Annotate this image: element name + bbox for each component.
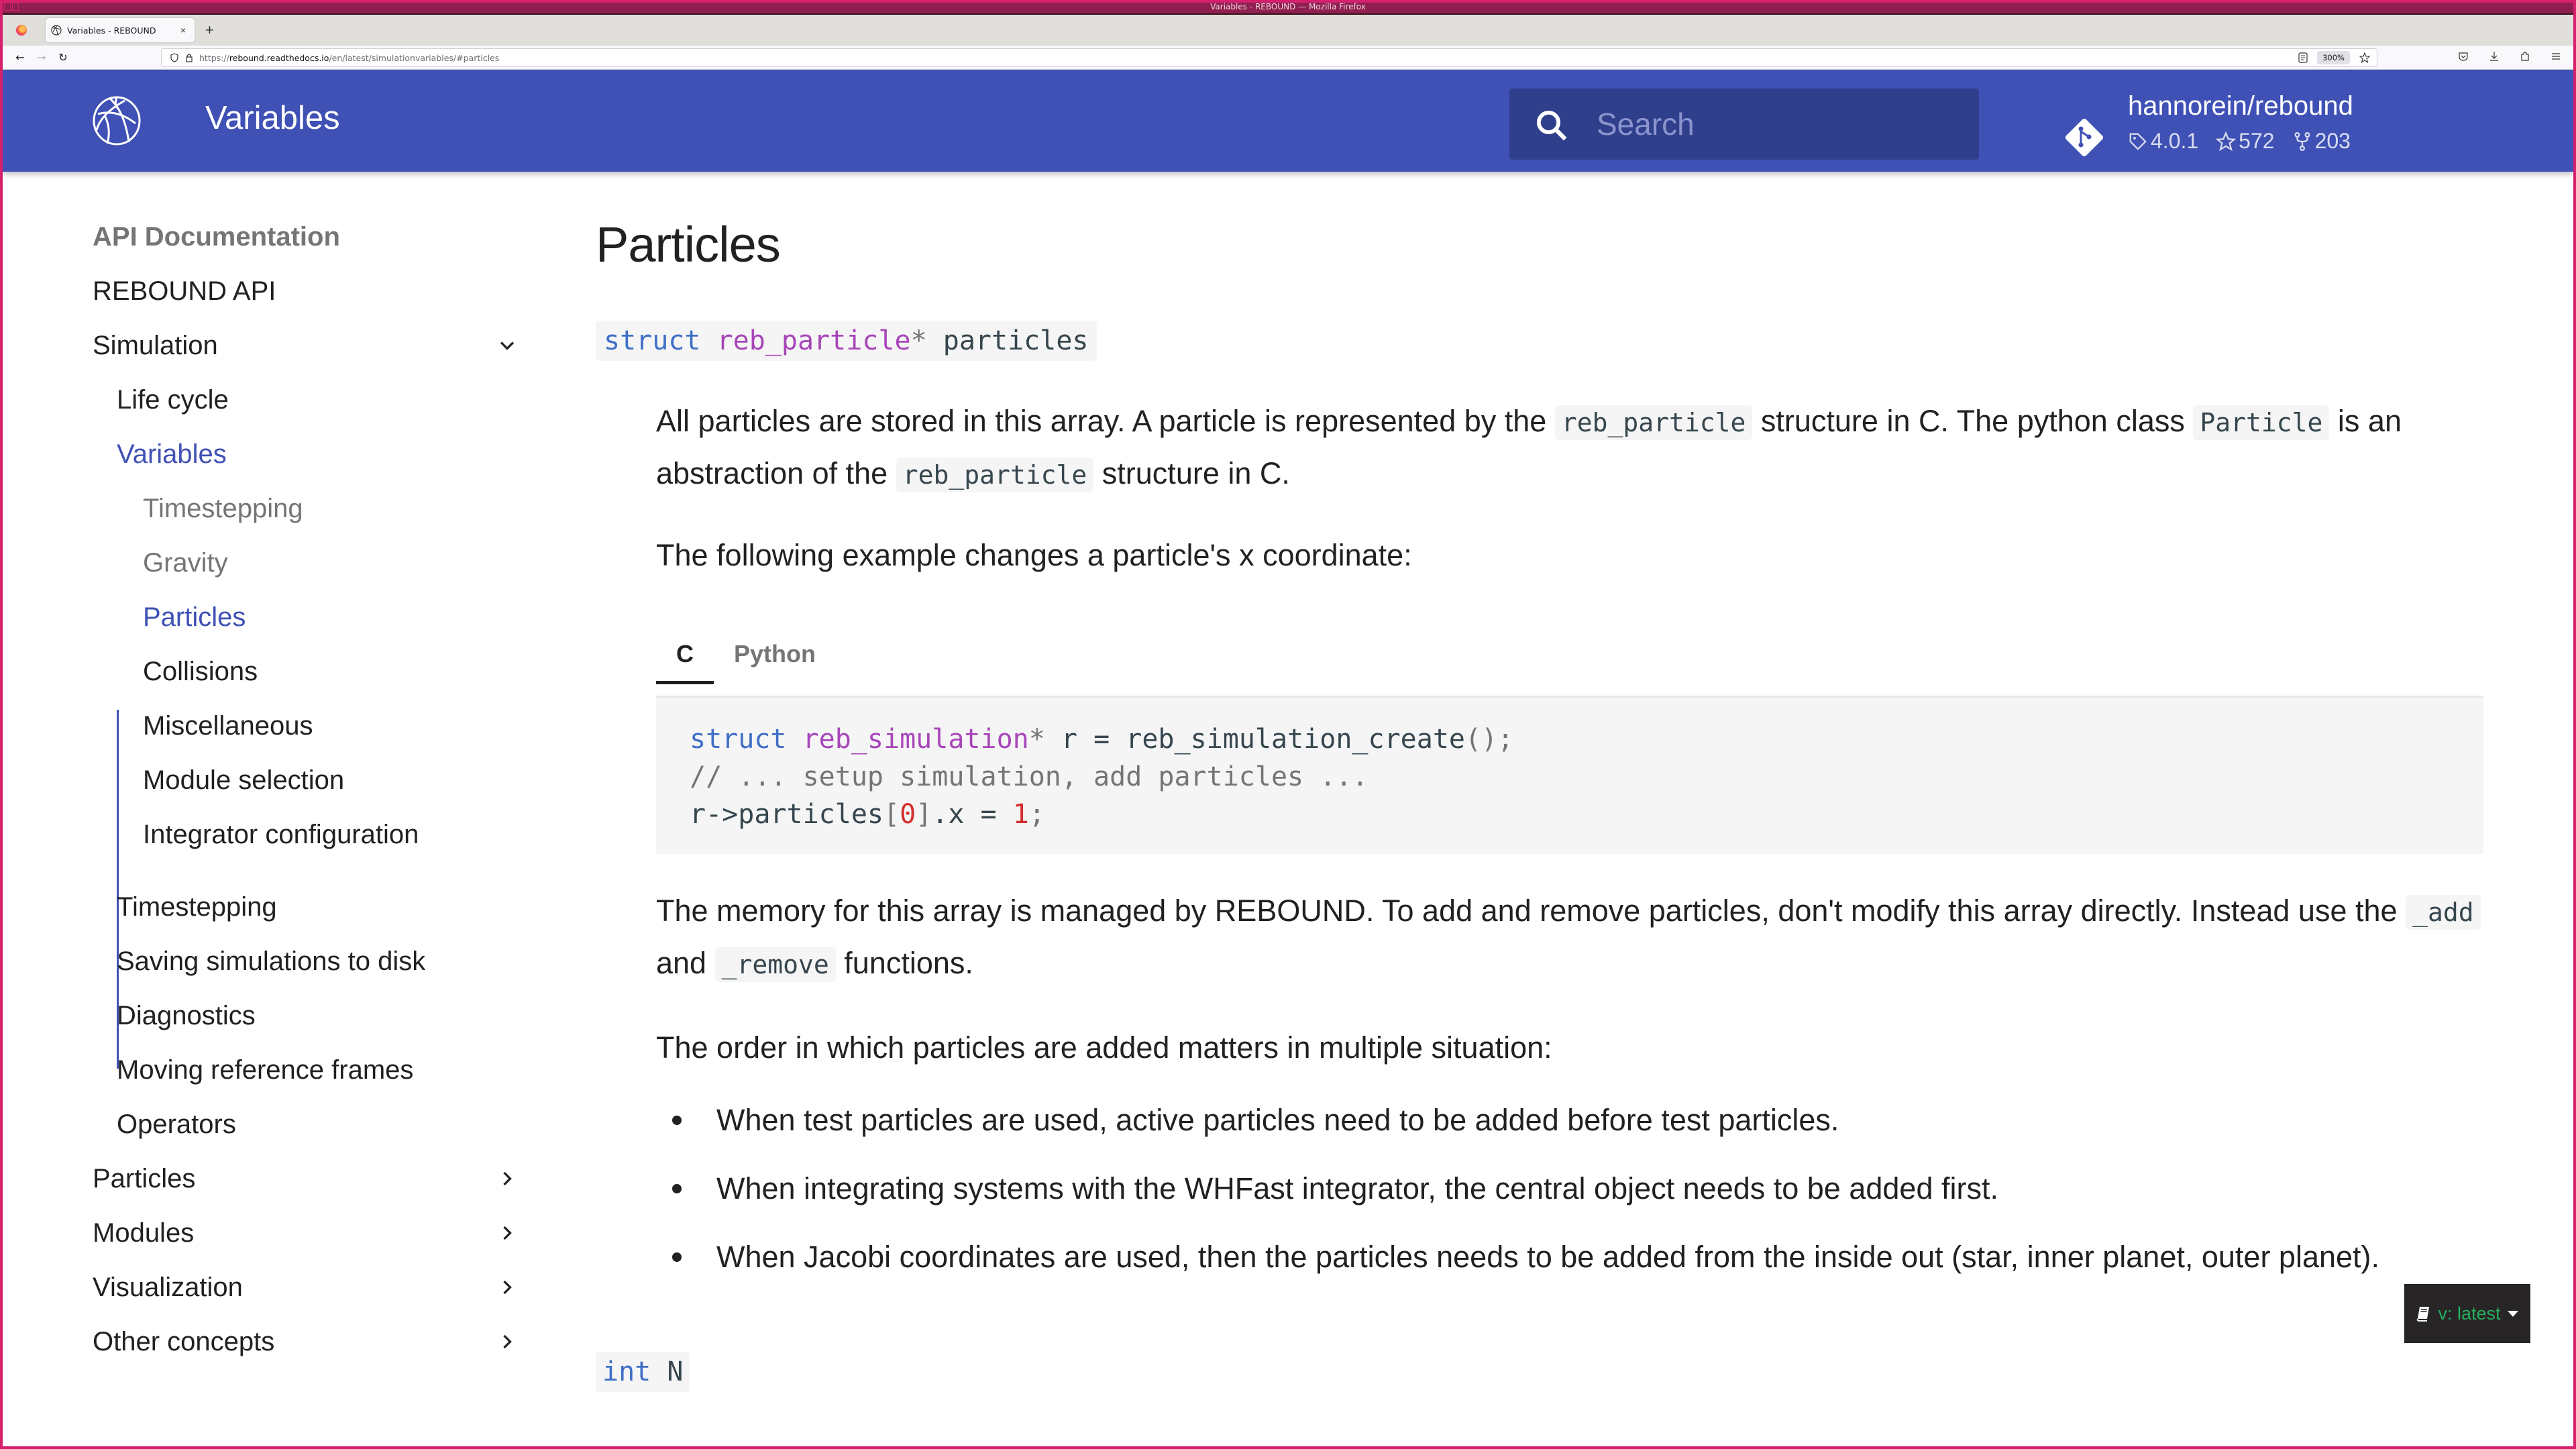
tab-close-icon[interactable]: × (177, 25, 189, 36)
forward-button[interactable]: → (31, 51, 52, 64)
sidebar-item-variables[interactable]: Variables (117, 434, 227, 474)
sidebar-item-moving-reference-frames[interactable]: Moving reference frames (117, 1050, 413, 1090)
site-header: Variables hannorein/rebound 4.0.1 572 (3, 70, 2573, 172)
sidebar-item-timestepping-sub[interactable]: Timestepping (143, 488, 303, 529)
rebound-logo-icon[interactable] (91, 95, 142, 146)
inline-code: reb_particle (1554, 405, 1753, 440)
repo-stars: 572 (2216, 129, 2275, 154)
new-tab-button[interactable]: + (205, 21, 214, 39)
pocket-icon[interactable] (2458, 51, 2469, 62)
sidebar-item-integrator-configuration[interactable]: Integrator configuration (143, 814, 419, 855)
search-box[interactable] (1509, 89, 1979, 160)
sidebar-item-life-cycle[interactable]: Life cycle (117, 380, 229, 420)
tag-icon (2129, 133, 2147, 150)
order-list: When test particles are used, active par… (656, 1100, 2481, 1305)
chevron-right-icon[interactable] (495, 1221, 519, 1245)
version-label: v: latest (2438, 1303, 2501, 1324)
list-item: When integrating systems with the WHFast… (656, 1169, 2481, 1237)
sidebar-item-timestepping[interactable]: Timestepping (117, 887, 277, 927)
sidebar-item-other-concepts[interactable]: Other concepts (93, 1322, 274, 1362)
sidebar-item-module-selection[interactable]: Module selection (143, 760, 344, 800)
reader-view-icon[interactable] (2298, 52, 2308, 63)
sidebar-item-modules[interactable]: Modules (93, 1213, 194, 1253)
browser-tab-strip: Variables - REBOUND × + (3, 15, 2573, 46)
memory-paragraph: The memory for this array is managed by … (656, 885, 2481, 990)
bookmark-star-icon[interactable] (2359, 52, 2370, 63)
url-text[interactable]: https://rebound.readthedocs.io/en/latest… (199, 53, 499, 63)
sidebar-item-gravity[interactable]: Gravity (143, 543, 228, 583)
sidebar-item-collisions[interactable]: Collisions (143, 651, 258, 692)
lock-icon[interactable] (184, 53, 194, 62)
inline-code: Particle (2193, 405, 2330, 440)
description-paragraph: All particles are stored in this array. … (656, 396, 2481, 500)
order-paragraph: The order in which particles are added m… (656, 1030, 1552, 1065)
chevron-right-icon[interactable] (495, 1167, 519, 1191)
code-block: struct reb_simulation* r = reb_simulatio… (656, 696, 2483, 854)
search-icon[interactable] (1534, 107, 1570, 144)
sidebar-item-operators[interactable]: Operators (117, 1104, 236, 1144)
sidebar-item-visualization[interactable]: Visualization (93, 1267, 243, 1307)
zoom-level-badge[interactable]: 300% (2317, 51, 2350, 64)
sidebar-item-miscellaneous[interactable]: Miscellaneous (143, 706, 313, 746)
window-title: Variables - REBOUND — Mozilla Firefox (1210, 2, 1366, 11)
back-button[interactable]: ← (9, 51, 31, 64)
sidebar-caption: API Documentation (93, 222, 340, 252)
list-item: When test particles are used, active par… (656, 1100, 2481, 1169)
search-input[interactable] (1597, 103, 1959, 145)
repo-version: 4.0.1 (2128, 129, 2198, 154)
sidebar-item-simulation[interactable]: Simulation (93, 325, 218, 366)
sidebar-item-rebound-api[interactable]: REBOUND API (93, 271, 276, 311)
downloads-icon[interactable] (2489, 51, 2500, 62)
api-signature: struct reb_particle* particles (596, 321, 1097, 361)
caret-down-icon (2507, 1310, 2518, 1317)
code-language-tabs: C Python (656, 624, 836, 684)
browser-tab[interactable]: Variables - REBOUND × (46, 18, 195, 42)
browser-navbar: ← → ↻ https://rebound.readthedocs.io/en/… (3, 46, 2573, 70)
inline-code: _add (2406, 895, 2481, 930)
tab-title: Variables - REBOUND (67, 25, 156, 36)
book-icon (2417, 1307, 2430, 1322)
chevron-right-icon[interactable] (495, 1275, 519, 1299)
sidebar-item-particles[interactable]: Particles (93, 1159, 195, 1199)
sidebar-item-diagnostics[interactable]: Diagnostics (117, 996, 256, 1036)
shield-icon[interactable] (170, 53, 179, 62)
api-signature-n: int N (596, 1352, 690, 1392)
rebound-favicon-icon (51, 25, 62, 36)
menu-icon[interactable] (2551, 51, 2561, 62)
extensions-icon[interactable] (2520, 51, 2530, 62)
inline-code: _remove (714, 947, 836, 982)
url-bar[interactable]: https://rebound.readthedocs.io/en/latest… (161, 48, 2377, 67)
chevron-right-icon[interactable] (495, 1330, 519, 1354)
sidebar-item-saving-simulations[interactable]: Saving simulations to disk (117, 941, 425, 981)
window-titlebar: Variables - REBOUND — Mozilla Firefox (0, 0, 2576, 15)
reload-button[interactable]: ↻ (52, 51, 74, 64)
sidebar-item-particles-sub[interactable]: Particles (143, 597, 246, 637)
version-selector[interactable]: v: latest (2404, 1284, 2530, 1343)
star-icon (2216, 131, 2237, 151)
tab-python[interactable]: Python (714, 624, 836, 684)
page-heading: Particles (596, 217, 781, 272)
git-icon (2065, 118, 2104, 157)
tab-c[interactable]: C (656, 624, 714, 684)
inline-code: reb_particle (896, 458, 1094, 492)
fork-icon (2294, 131, 2310, 151)
repo-forks: 203 (2292, 129, 2351, 154)
list-item: When Jacobi coordinates are used, then t… (656, 1237, 2481, 1305)
example-intro: The following example changes a particle… (656, 538, 1412, 572)
repo-name: hannorein/rebound (2128, 91, 2353, 121)
firefox-logo-icon[interactable] (16, 25, 27, 36)
chevron-down-icon[interactable] (495, 333, 519, 358)
header-title: Variables (205, 100, 340, 136)
window-controls[interactable] (4, 3, 19, 11)
